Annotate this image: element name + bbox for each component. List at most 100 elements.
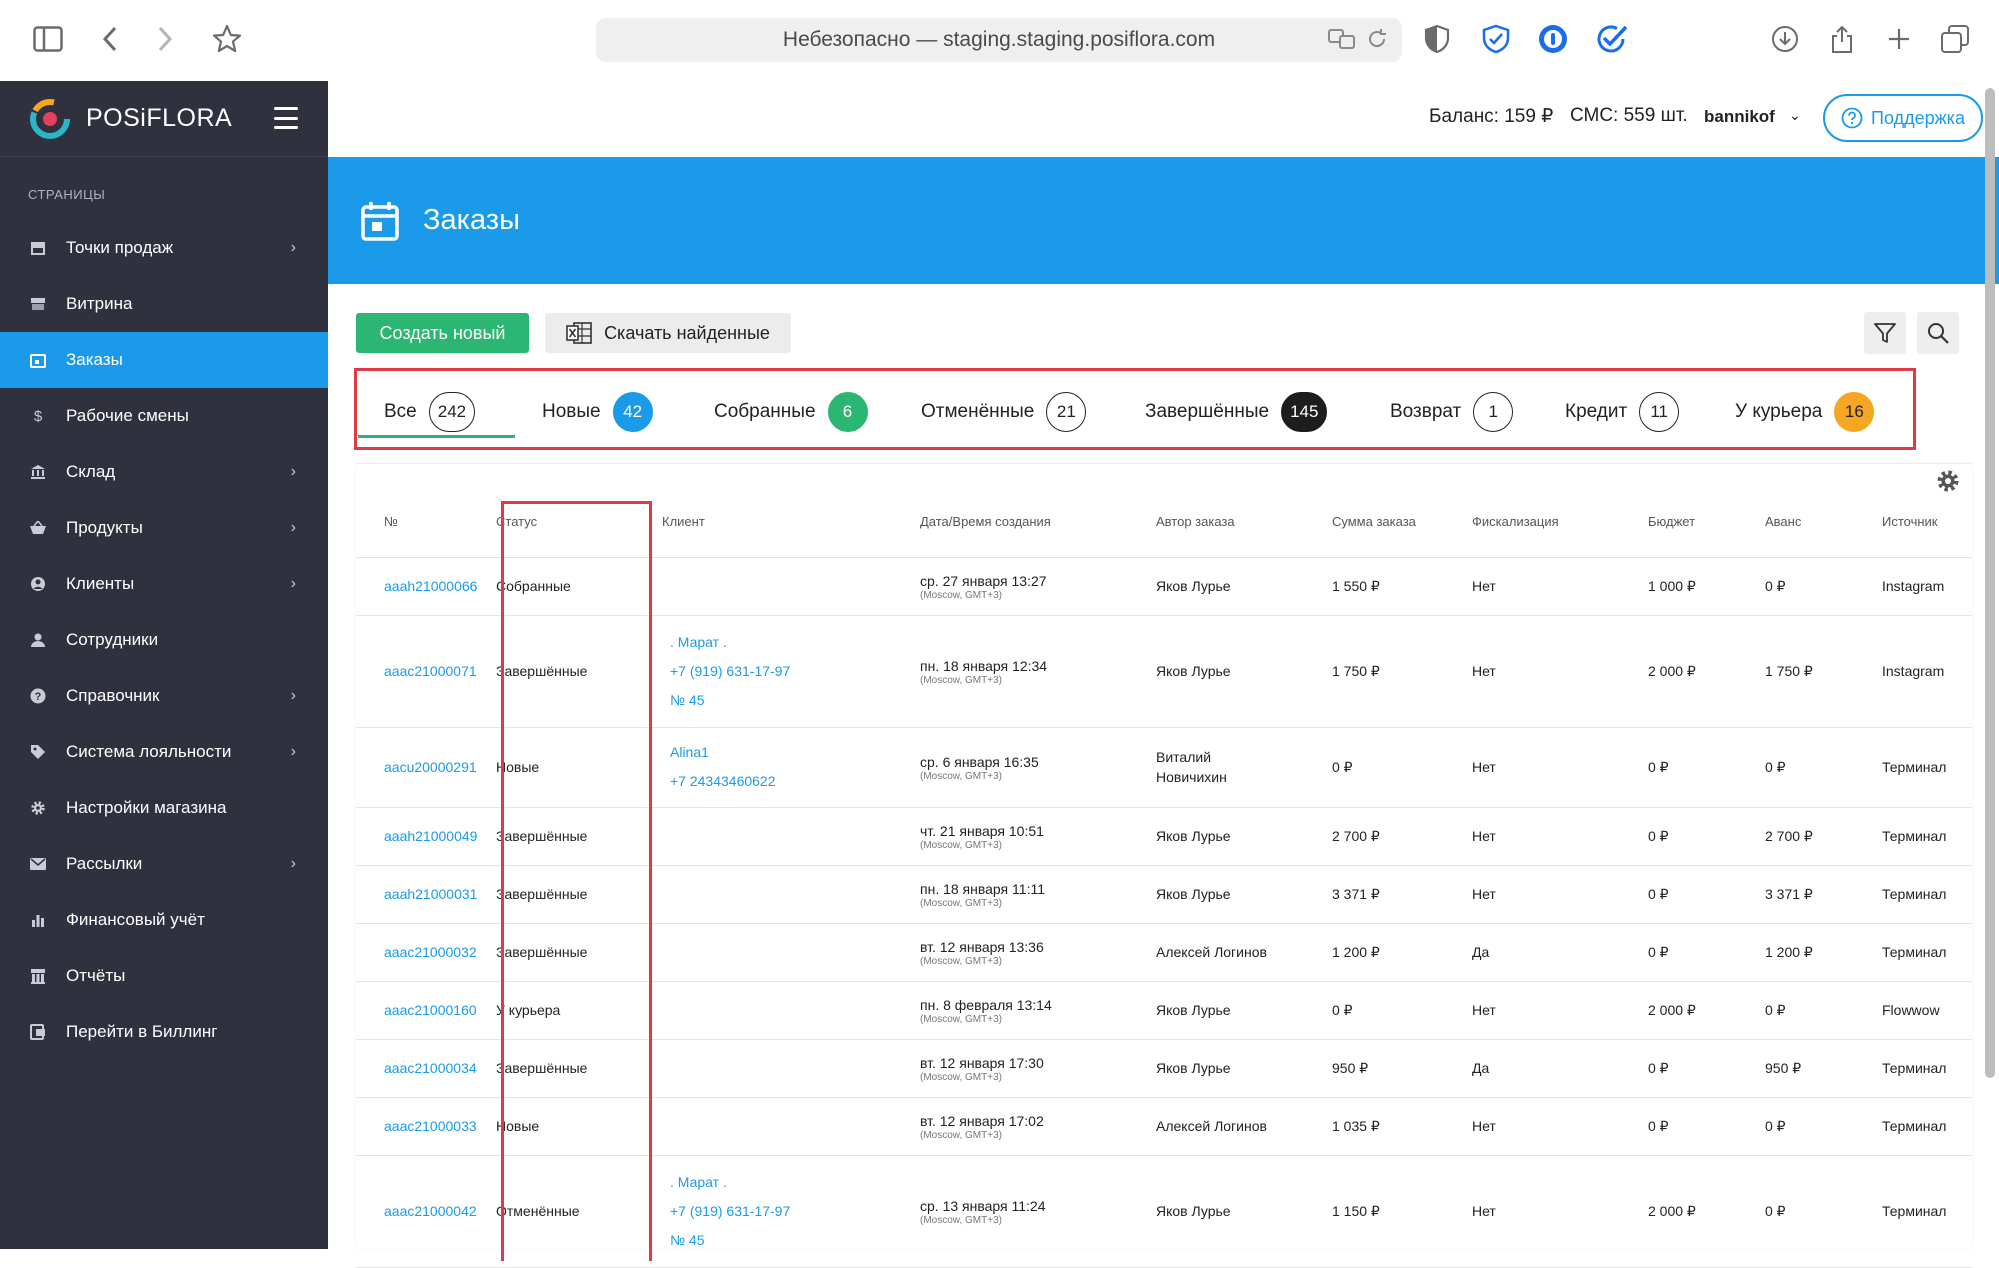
sidebar-item[interactable]: Клиенты › xyxy=(0,556,328,612)
column-header[interactable]: Фискализация xyxy=(1472,487,1648,558)
order-number-link[interactable]: aaah21000066 xyxy=(356,557,496,616)
menu-icon[interactable] xyxy=(274,107,298,129)
column-header[interactable]: Клиент xyxy=(658,487,920,558)
order-number-link[interactable]: aaac21000034 xyxy=(356,1039,496,1098)
advance: 1 200 ₽ xyxy=(1765,923,1882,982)
page-scrollbar[interactable] xyxy=(1985,88,1995,1078)
check-extension-icon[interactable] xyxy=(1594,21,1630,57)
back-icon[interactable] xyxy=(92,21,128,57)
created-datetime: вт. 12 января 13:36 (Moscow, GMT+3) xyxy=(920,923,1156,982)
column-header[interactable]: Дата/Время создания xyxy=(920,487,1156,558)
sidebar-item[interactable]: Финансовый учёт xyxy=(0,892,328,948)
sidebar-item[interactable]: Продукты › xyxy=(0,500,328,556)
share-icon[interactable] xyxy=(1824,21,1860,57)
sidebar-item[interactable]: Витрина xyxy=(0,276,328,332)
column-header[interactable]: № xyxy=(356,487,496,558)
order-number-link[interactable]: aaah21000031 xyxy=(356,865,496,924)
created-datetime: пн. 8 февраля 13:14 (Moscow, GMT+3) xyxy=(920,981,1156,1040)
bookmark-star-icon[interactable] xyxy=(209,21,245,57)
chevron-right-icon[interactable]: › xyxy=(291,575,296,593)
new-tab-icon[interactable] xyxy=(1881,21,1917,57)
tab[interactable]: Возврат 1 xyxy=(1390,390,1514,434)
column-header[interactable]: Сумма заказа xyxy=(1332,487,1472,558)
sidebar-item[interactable]: Настройки магазина xyxy=(0,780,328,836)
tab[interactable]: Новые 42 xyxy=(542,390,653,434)
column-header[interactable]: Источник xyxy=(1882,487,1972,558)
order-number-link[interactable]: aaac21000033 xyxy=(356,1097,496,1156)
sidebar-toggle-icon[interactable] xyxy=(30,21,66,57)
sidebar-item-label: Клиенты xyxy=(66,574,135,593)
client-link[interactable]: . Марат . xyxy=(670,1168,920,1197)
sidebar-item[interactable]: Заказы xyxy=(0,332,328,388)
reload-icon[interactable] xyxy=(1366,28,1388,50)
tab[interactable]: У курьера 16 xyxy=(1735,390,1875,434)
create-order-button[interactable]: Создать новый xyxy=(356,313,529,353)
forward-icon[interactable] xyxy=(147,21,183,57)
password-manager-icon[interactable] xyxy=(1535,21,1571,57)
chevron-right-icon[interactable]: › xyxy=(291,743,296,761)
column-header[interactable]: Автор заказа xyxy=(1156,487,1332,558)
order-sum: 3 371 ₽ xyxy=(1332,865,1472,924)
sidebar-item[interactable]: Точки продаж › xyxy=(0,220,328,276)
sidebar-item[interactable]: Система лояльности › xyxy=(0,724,328,780)
sidebar-item[interactable]: Рассылки › xyxy=(0,836,328,892)
download-icon[interactable] xyxy=(1767,21,1803,57)
order-source: Терминал xyxy=(1882,1155,1972,1268)
shield-half-icon[interactable] xyxy=(1419,21,1455,57)
sidebar-item[interactable]: Сотрудники xyxy=(0,612,328,668)
posiflora-logo[interactable] xyxy=(28,97,72,141)
order-sum: 1 035 ₽ xyxy=(1332,1097,1472,1156)
order-number-link[interactable]: aacu20000291 xyxy=(356,727,496,808)
order-number-link[interactable]: aaac21000160 xyxy=(356,981,496,1040)
sidebar-section-title: СТРАНИЦЫ xyxy=(28,187,106,202)
filter-button[interactable] xyxy=(1864,312,1906,354)
client-cell xyxy=(658,865,920,924)
tab[interactable]: Завершённые 145 xyxy=(1145,390,1328,434)
fiscalization: Нет xyxy=(1472,1155,1648,1268)
sidebar-item[interactable]: Перейти в Биллинг xyxy=(0,1004,328,1060)
client-link[interactable]: +7 24343460622 xyxy=(670,767,920,796)
chevron-right-icon[interactable]: › xyxy=(291,855,296,873)
user-menu[interactable]: bannikof xyxy=(1704,107,1775,127)
order-number-link[interactable]: aaac21000042 xyxy=(356,1155,496,1268)
order-number-link[interactable]: aaac21000071 xyxy=(356,615,496,728)
chevron-down-icon[interactable]: ⌄ xyxy=(1789,107,1801,124)
tab-count-badge: 1 xyxy=(1473,392,1514,432)
advance: 1 750 ₽ xyxy=(1765,615,1882,728)
address-bar[interactable]: Небезопасно — staging.staging.posiflora.… xyxy=(596,18,1402,62)
sidebar-item[interactable]: ? Справочник › xyxy=(0,668,328,724)
chevron-right-icon[interactable]: › xyxy=(291,463,296,481)
tab[interactable]: Все 242 xyxy=(384,390,476,434)
budget: 2 000 ₽ xyxy=(1648,1155,1765,1268)
client-link[interactable]: +7 (919) 631-17-97 xyxy=(670,657,920,686)
column-header[interactable]: Бюджет xyxy=(1648,487,1765,558)
order-number-link[interactable]: aaah21000049 xyxy=(356,807,496,866)
support-button[interactable]: Поддержка xyxy=(1823,94,1983,142)
chevron-right-icon[interactable]: › xyxy=(291,687,296,705)
sidebar-item[interactable]: Склад › xyxy=(0,444,328,500)
client-link[interactable]: № 45 xyxy=(670,686,920,715)
download-found-button[interactable]: Скачать найденные xyxy=(545,313,791,353)
client-link[interactable]: Alina1 xyxy=(670,738,920,767)
translate-icon[interactable] xyxy=(1328,28,1356,50)
sidebar-item-label: Рабочие смены xyxy=(66,406,189,425)
client-link[interactable]: +7 (919) 631-17-97 xyxy=(670,1197,920,1226)
tab-overview-icon[interactable] xyxy=(1937,21,1973,57)
search-button[interactable] xyxy=(1917,312,1959,354)
column-header[interactable]: Аванс xyxy=(1765,487,1882,558)
chevron-right-icon[interactable]: › xyxy=(291,239,296,257)
client-link[interactable]: . Марат . xyxy=(670,628,920,657)
sidebar-item[interactable]: $ Рабочие смены xyxy=(0,388,328,444)
tab[interactable]: Кредит 11 xyxy=(1565,390,1680,434)
tab[interactable]: Собранные 6 xyxy=(714,390,868,434)
basket-icon xyxy=(30,520,46,536)
fiscalization: Нет xyxy=(1472,1097,1648,1156)
adguard-shield-icon[interactable] xyxy=(1478,21,1514,57)
tab-label: Завершённые xyxy=(1145,401,1270,422)
order-number-link[interactable]: aaac21000032 xyxy=(356,923,496,982)
client-icon xyxy=(30,576,46,592)
chevron-right-icon[interactable]: › xyxy=(291,519,296,537)
client-link[interactable]: № 45 xyxy=(670,1226,920,1255)
sidebar-item[interactable]: Отчёты xyxy=(0,948,328,1004)
tab[interactable]: Отменённые 21 xyxy=(921,390,1087,434)
